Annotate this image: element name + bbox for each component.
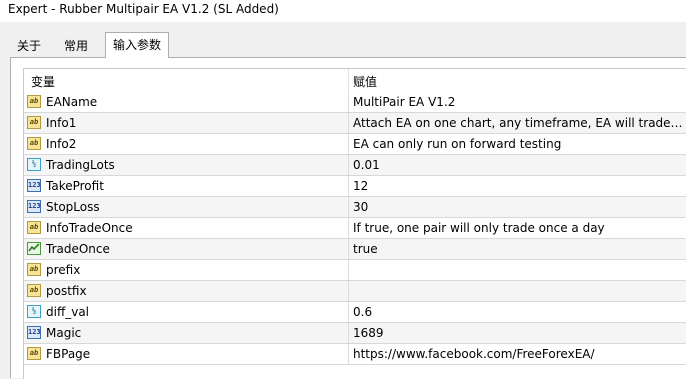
table-row[interactable]: ab postfix [24, 281, 686, 302]
cell-divider [348, 344, 349, 364]
param-name: TradeOnce [46, 242, 110, 256]
integer-123-icon: 123 [27, 326, 41, 339]
param-name: prefix [46, 263, 81, 277]
param-name: TradingLots [46, 158, 115, 172]
table-row[interactable]: ½ TradingLots 0.01 [24, 155, 686, 176]
window-title: Expert - Rubber Multipair EA V1.2 (SL Ad… [8, 2, 279, 16]
ab-string-icon: ab [27, 137, 41, 150]
ab-string-icon: ab [27, 263, 41, 276]
table-row[interactable]: ab InfoTradeOnce If true, one pair will on… [24, 218, 686, 239]
tab-common[interactable]: 常用 [57, 36, 95, 56]
cell-divider [348, 176, 349, 196]
ab-string-icon: ab [27, 284, 41, 297]
param-name: StopLoss [46, 200, 100, 214]
integer-123-icon: 123 [27, 179, 41, 192]
table-row[interactable]: 123 StopLoss 30 [24, 197, 686, 218]
param-value[interactable]: 1689 [353, 326, 683, 340]
param-name: Magic [46, 326, 82, 340]
param-name: FBPage [46, 347, 91, 361]
tab-strip: 关于 常用 输入参数 [0, 32, 686, 58]
table-row[interactable]: 123 TakeProfit 12 [24, 176, 686, 197]
param-value[interactable]: MultiPair EA V1.2 [353, 95, 683, 109]
fraction-double-icon: ½ [27, 305, 41, 318]
cell-divider [348, 281, 349, 301]
param-value[interactable]: If true, one pair will only trade once a… [353, 221, 683, 235]
column-header-value[interactable]: 赋值 [353, 73, 377, 90]
cell-divider [348, 323, 349, 343]
grid-rows: ab EAName MultiPair EA V1.2 ab Info1 Attach E… [24, 92, 686, 365]
integer-123-icon: 123 [27, 200, 41, 213]
table-row[interactable]: ab prefix [24, 260, 686, 281]
title-bar: Expert - Rubber Multipair EA V1.2 (SL Ad… [0, 0, 686, 22]
param-value[interactable]: EA can only run on forward testing [353, 137, 683, 151]
param-value[interactable]: true [353, 242, 683, 256]
cell-divider [348, 260, 349, 280]
cell-divider [348, 113, 349, 133]
ab-string-icon: ab [27, 221, 41, 234]
table-row[interactable]: TradeOnce true [24, 239, 686, 260]
table-row[interactable]: 123 Magic 1689 [24, 323, 686, 344]
column-divider[interactable] [348, 69, 349, 92]
parameter-grid: 变量 赋值 ab EAName MultiPair EA V1.2 ab Info1 At… [23, 68, 686, 379]
param-name: InfoTradeOnce [46, 221, 133, 235]
param-value[interactable]: 0.01 [353, 158, 683, 172]
table-row[interactable]: ab EAName MultiPair EA V1.2 [24, 92, 686, 113]
ab-string-icon: ab [27, 116, 41, 129]
table-row[interactable]: ab FBPage https://www.facebook.com/FreeFor… [24, 344, 686, 365]
param-name: diff_val [46, 305, 90, 319]
param-name: Info2 [46, 137, 77, 151]
cell-divider [348, 134, 349, 154]
tab-inputs[interactable]: 输入参数 [105, 32, 170, 58]
tab-panel: 变量 赋值 ab EAName MultiPair EA V1.2 ab Info1 At… [10, 57, 686, 379]
cell-divider [348, 92, 349, 112]
table-row[interactable]: ½ diff_val 0.6 [24, 302, 686, 323]
param-value[interactable]: Attach EA on one chart, any timeframe, E… [353, 116, 683, 130]
param-value[interactable]: 0.6 [353, 305, 683, 319]
grid-header: 变量 赋值 [24, 69, 686, 92]
column-header-variable[interactable]: 变量 [31, 73, 55, 90]
cell-divider [348, 302, 349, 322]
ab-string-icon: ab [27, 95, 41, 108]
tab-about[interactable]: 关于 [10, 36, 48, 56]
ab-string-icon: ab [27, 347, 41, 360]
param-value[interactable]: 30 [353, 200, 683, 214]
param-value[interactable]: https://www.facebook.com/FreeForexEA/ [353, 347, 683, 361]
cell-divider [348, 155, 349, 175]
cell-divider [348, 218, 349, 238]
param-name: Info1 [46, 116, 77, 130]
param-name: EAName [46, 95, 98, 109]
param-value[interactable]: 12 [353, 179, 683, 193]
boolean-icon [27, 242, 41, 255]
param-name: TakeProfit [46, 179, 104, 193]
table-row[interactable]: ab Info2 EA can only run on forward testin… [24, 134, 686, 155]
cell-divider [348, 239, 349, 259]
fraction-double-icon: ½ [27, 158, 41, 171]
table-row[interactable]: ab Info1 Attach EA on one chart, any timef… [24, 113, 686, 134]
cell-divider [348, 197, 349, 217]
param-name: postfix [46, 284, 87, 298]
